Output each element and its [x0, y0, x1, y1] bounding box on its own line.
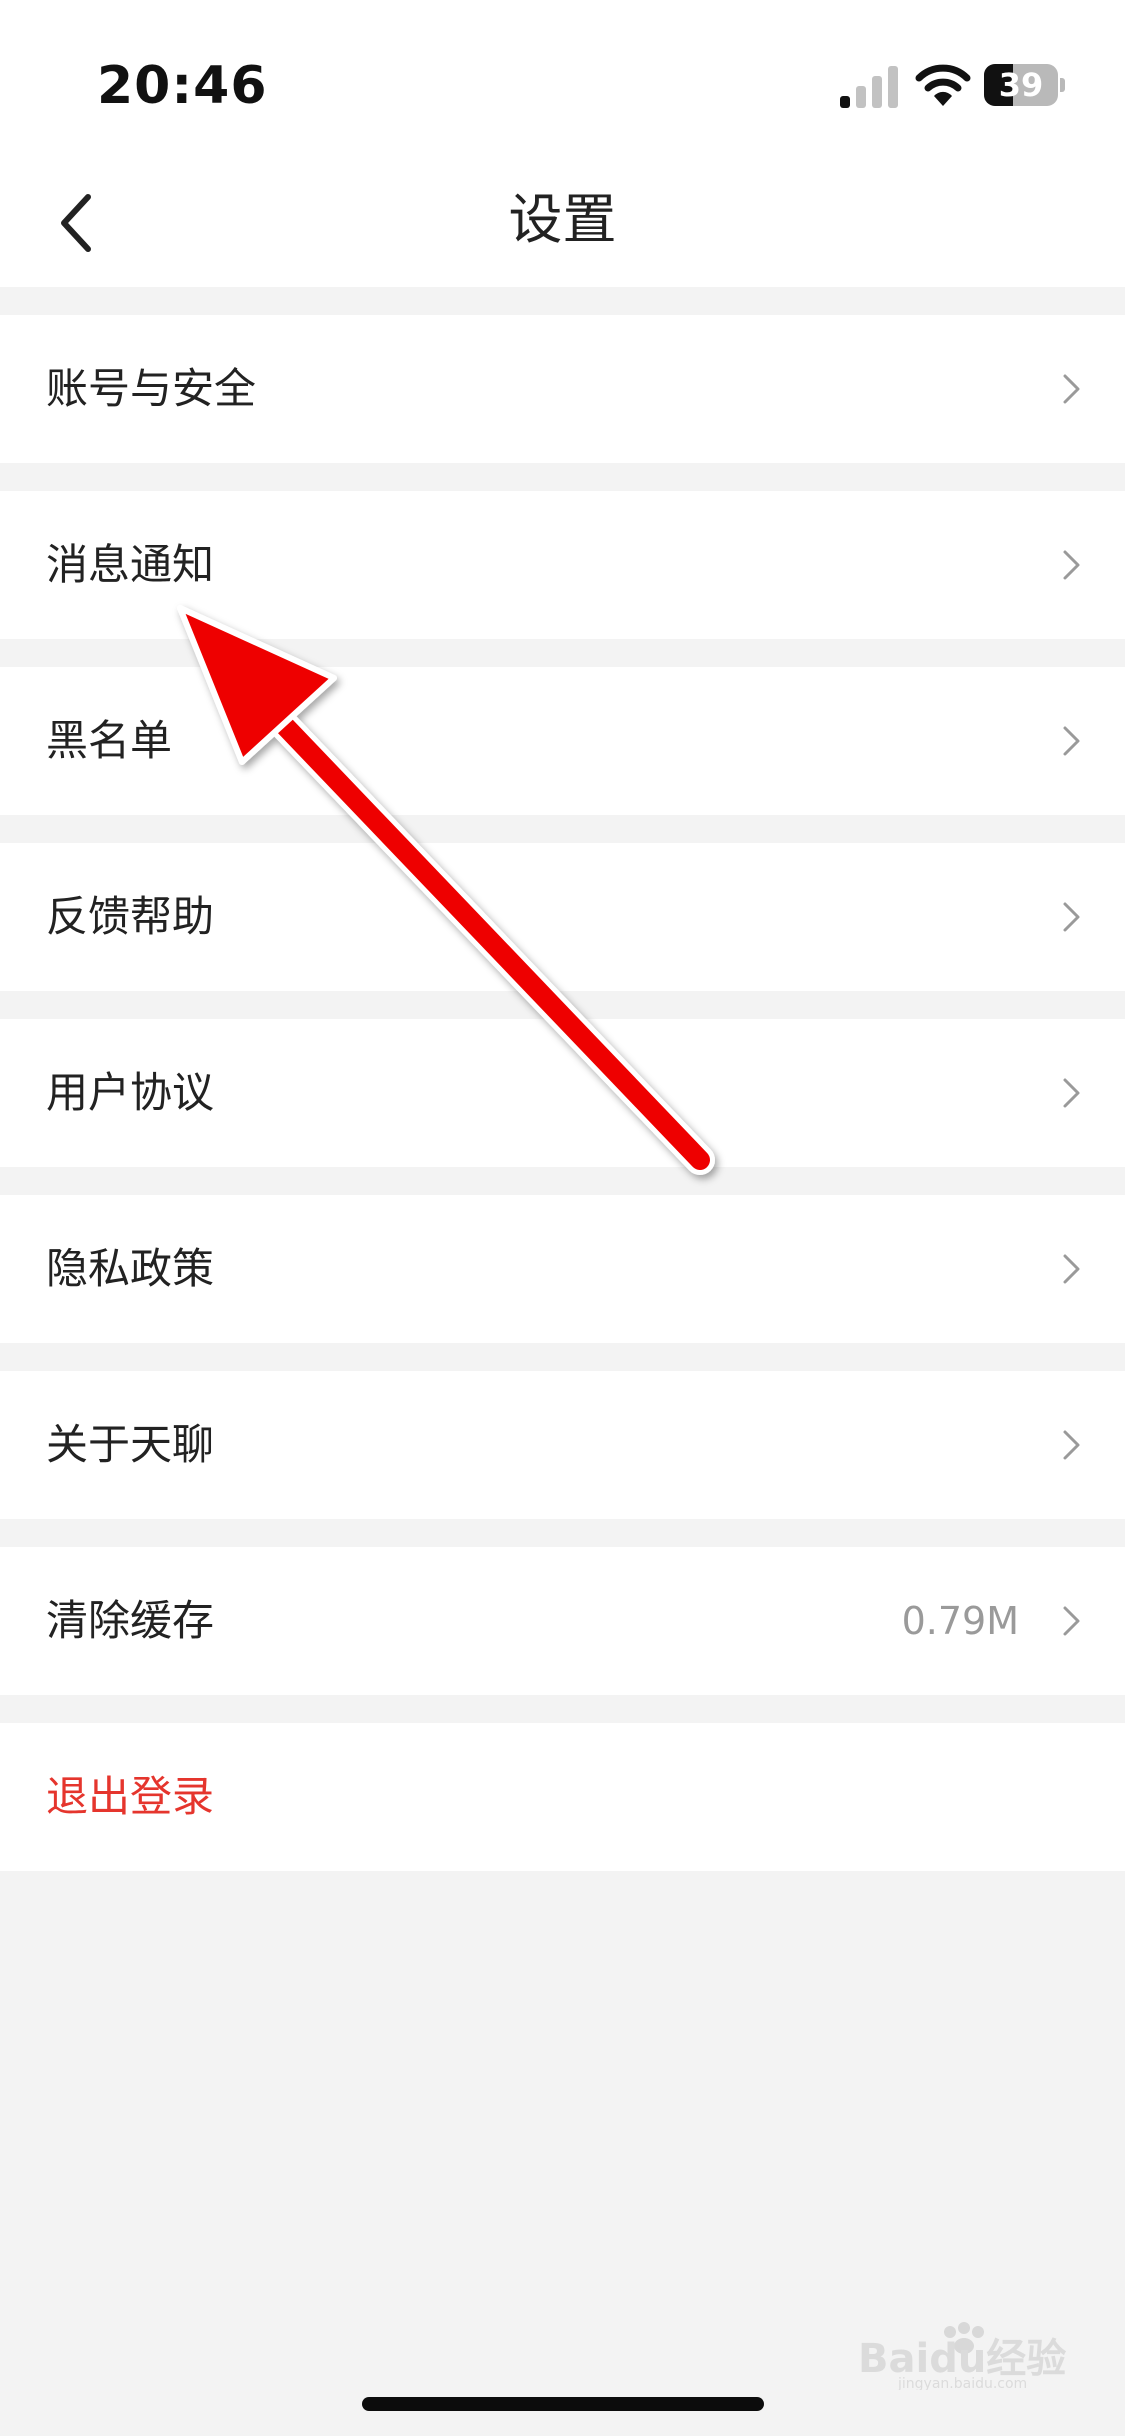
chevron-right-icon	[1063, 550, 1080, 580]
wifi-icon	[915, 64, 971, 106]
chevron-right-icon	[1063, 374, 1080, 404]
page-title: 设置	[508, 188, 617, 251]
baidu-jingyan-watermark-icon: Baidu经验 jingyan.baidu.com	[858, 2322, 1066, 2390]
settings-item-blacklist[interactable]: 黑名单	[0, 667, 1125, 815]
settings-item-label: 用户协议	[46, 1068, 215, 1117]
settings-item-label: 账号与安全	[46, 364, 257, 413]
chevron-right-icon	[1063, 1254, 1080, 1284]
chevron-right-icon	[1063, 1606, 1080, 1636]
settings-item-label: 消息通知	[46, 540, 215, 589]
chevron-right-icon	[1063, 726, 1080, 756]
chevron-right-icon	[1063, 1430, 1080, 1460]
battery-level: 39	[998, 66, 1044, 104]
settings-item-label: 关于天聊	[46, 1420, 215, 1469]
nav-bar: 设置	[0, 165, 1125, 287]
settings-item-about[interactable]: 关于天聊	[0, 1371, 1125, 1519]
settings-item-feedback-help[interactable]: 反馈帮助	[0, 843, 1125, 991]
logout-button[interactable]: 退出登录	[0, 1723, 1125, 1871]
logout-label: 退出登录	[46, 1772, 215, 1821]
settings-item-label: 隐私政策	[46, 1244, 215, 1293]
chevron-right-icon	[1063, 1078, 1080, 1108]
status-time: 20:46	[97, 56, 268, 116]
watermark-subtext: jingyan.baidu.com	[897, 2376, 1027, 2390]
settings-item-label: 清除缓存	[46, 1596, 215, 1645]
settings-item-user-agreement[interactable]: 用户协议	[0, 1019, 1125, 1167]
settings-item-clear-cache[interactable]: 清除缓存 0.79M	[0, 1547, 1125, 1695]
cache-size-value: 0.79M	[901, 1599, 1019, 1643]
home-indicator[interactable]	[362, 2397, 764, 2411]
settings-item-account-security[interactable]: 账号与安全	[0, 315, 1125, 463]
settings-item-privacy-policy[interactable]: 隐私政策	[0, 1195, 1125, 1343]
settings-item-notifications[interactable]: 消息通知	[0, 491, 1125, 639]
settings-item-label: 黑名单	[46, 716, 173, 765]
battery-icon: 39	[984, 64, 1066, 106]
cellular-signal-icon	[840, 66, 898, 108]
status-bar: 20:46 39	[0, 0, 1125, 165]
chevron-right-icon	[1063, 902, 1080, 932]
settings-item-label: 反馈帮助	[46, 892, 215, 941]
settings-list: 账号与安全 消息通知 黑名单 反馈帮助 用户协议 隐私政策 关于天聊 清除缓存 …	[0, 287, 1125, 1871]
